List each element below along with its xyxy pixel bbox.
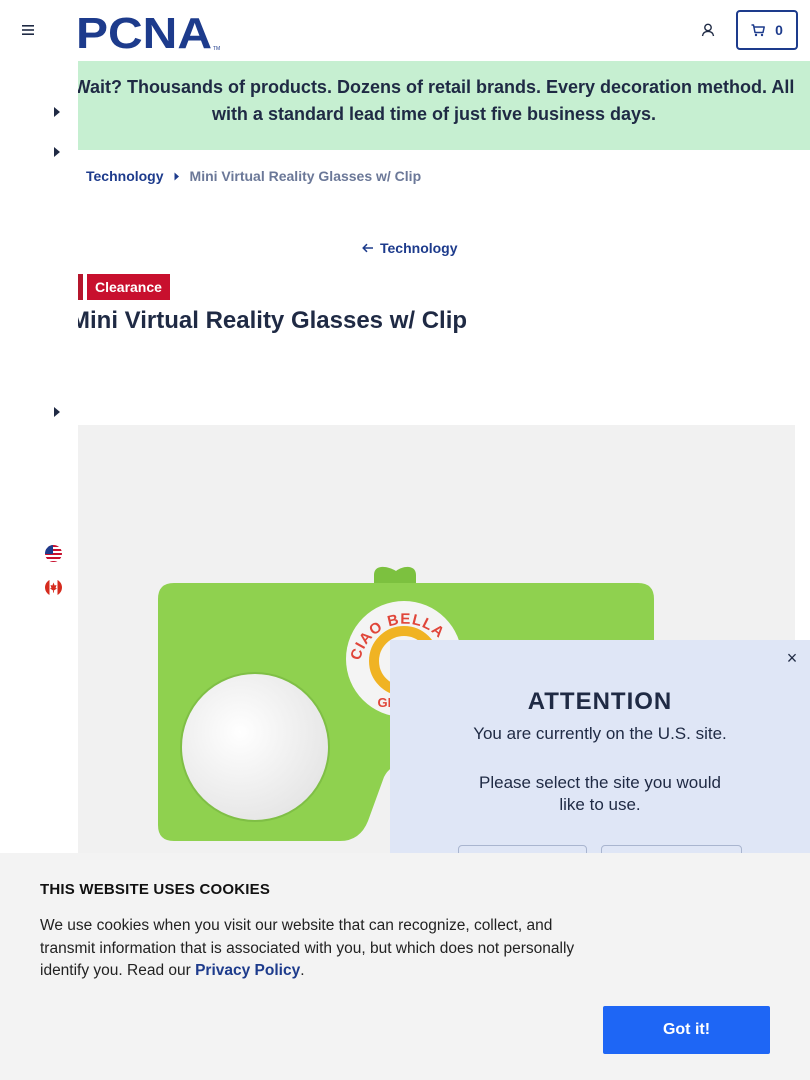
logo-wordmark: PCNA	[76, 10, 212, 52]
account-button[interactable]	[694, 16, 722, 44]
modal-close-button[interactable]: ×	[782, 648, 802, 668]
cookie-body: We use cookies when you visit our websit…	[40, 915, 605, 983]
cart-icon	[751, 23, 766, 36]
promo-banner: Wait? Thousands of products. Dozens of r…	[78, 61, 810, 150]
breadcrumb: Technology Mini Virtual Reality Glasses …	[86, 168, 421, 184]
cookie-period: .	[300, 962, 305, 979]
cart-button[interactable]: 0	[736, 10, 798, 50]
hamburger-menu-button[interactable]	[14, 16, 42, 44]
caret-right-icon[interactable]	[52, 406, 62, 418]
breadcrumb-link-technology[interactable]: Technology	[86, 168, 164, 184]
menu-icon	[22, 25, 34, 35]
logo-trademark: TM	[213, 46, 220, 52]
site-select-modal: × ATTENTION You are currently on the U.S…	[390, 640, 810, 885]
us-flag-icon[interactable]	[45, 545, 62, 562]
canada-flag-icon[interactable]	[45, 579, 62, 596]
cookie-title: THIS WEBSITE USES COOKIES	[40, 881, 271, 898]
close-icon: ×	[786, 647, 798, 668]
cart-count: 0	[775, 22, 783, 38]
arrow-left-icon	[362, 243, 373, 253]
back-link-label: Technology	[380, 240, 458, 256]
site-header: PCNA TM 0	[0, 0, 810, 61]
clearance-badge: Clearance	[87, 274, 170, 300]
back-to-category-link[interactable]: Technology	[362, 240, 458, 256]
caret-right-icon[interactable]	[52, 106, 62, 118]
promo-text: Wait? Thousands of products. Dozens of r…	[78, 77, 795, 124]
product-title: Mini Virtual Reality Glasses w/ Clip	[70, 307, 468, 334]
breadcrumb-current: Mini Virtual Reality Glasses w/ Clip	[189, 168, 422, 184]
cookie-banner: THIS WEBSITE USES COOKIES We use cookies…	[0, 853, 810, 1080]
cookie-text: We use cookies when you visit our websit…	[40, 917, 575, 979]
accept-cookies-button[interactable]: Got it!	[603, 1006, 770, 1054]
badge-partial	[78, 274, 83, 300]
modal-current-site-text: You are currently on the U.S. site.	[473, 724, 727, 743]
user-icon	[701, 23, 715, 37]
caret-right-icon	[174, 172, 179, 180]
privacy-policy-link[interactable]: Privacy Policy	[195, 962, 300, 979]
modal-instruction-text: Please select the site you would like to…	[479, 773, 721, 814]
modal-title: ATTENTION	[527, 688, 673, 715]
caret-right-icon[interactable]	[52, 146, 62, 158]
left-lens	[180, 672, 330, 822]
pcna-logo[interactable]: PCNA TM	[76, 9, 226, 58]
